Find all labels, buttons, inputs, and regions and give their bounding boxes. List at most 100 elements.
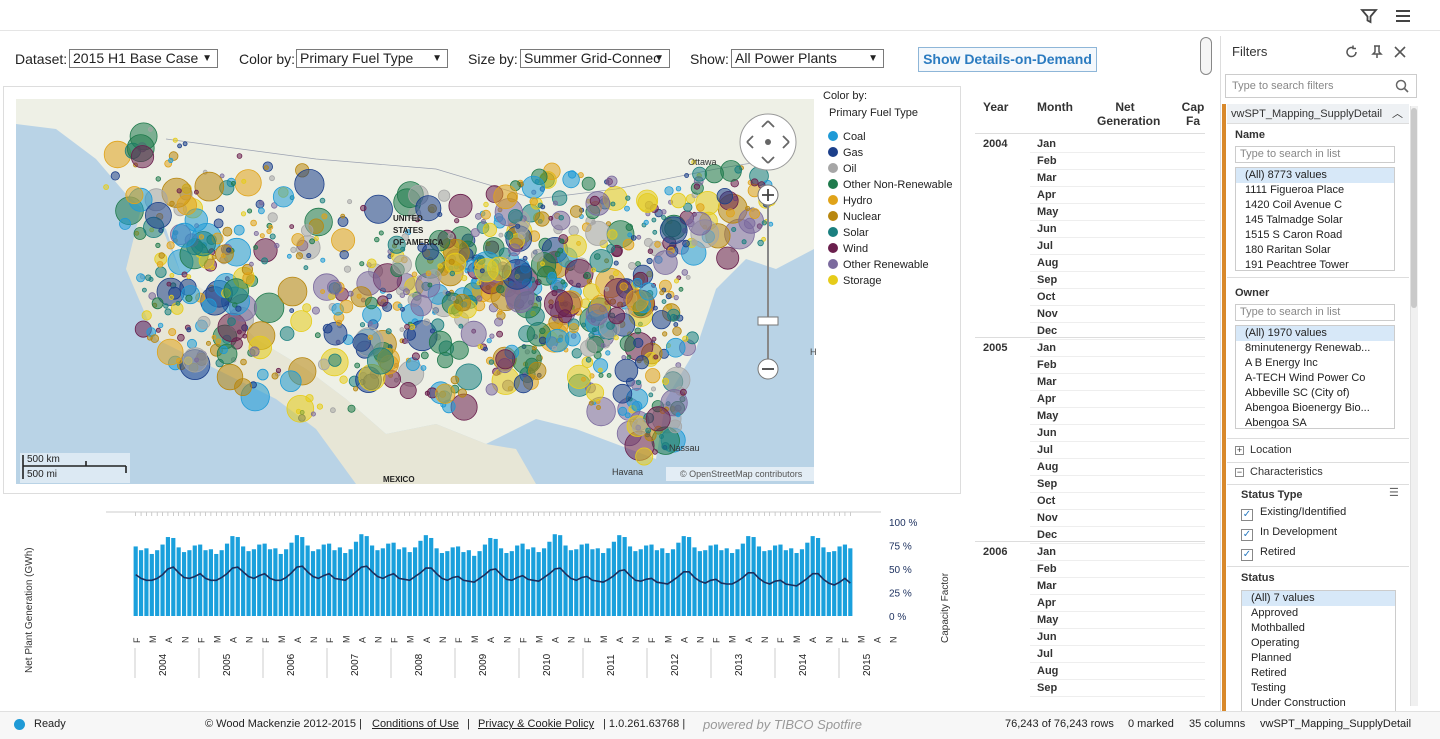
plant-bubble[interactable] — [286, 394, 315, 423]
table-month-cell[interactable]: Jan — [1037, 342, 1056, 354]
generation-bar[interactable] — [246, 551, 251, 616]
plant-bubble[interactable] — [684, 173, 689, 178]
plant-bubble[interactable] — [181, 271, 188, 278]
plant-bubble[interactable] — [186, 274, 192, 280]
plant-bubble[interactable] — [269, 233, 276, 240]
plant-bubble[interactable] — [507, 243, 521, 257]
generation-bar[interactable] — [289, 542, 294, 616]
plant-bubble[interactable] — [598, 372, 604, 378]
zoom-slider-handle[interactable] — [757, 316, 779, 326]
plant-bubble[interactable] — [581, 376, 586, 382]
plant-bubble[interactable] — [427, 282, 433, 288]
generation-bar[interactable] — [327, 543, 332, 616]
list-item[interactable]: A B Energy Inc — [1236, 356, 1394, 371]
plant-bubble[interactable] — [662, 331, 668, 337]
plant-bubble[interactable] — [643, 237, 653, 247]
plant-bubble[interactable] — [550, 210, 571, 231]
plant-bubble[interactable] — [488, 359, 495, 365]
generation-bar[interactable] — [171, 537, 176, 616]
plant-bubble[interactable] — [648, 392, 654, 398]
plant-bubble[interactable] — [301, 224, 314, 237]
table-month-cell[interactable]: Feb — [1037, 155, 1057, 167]
plant-bubble[interactable] — [158, 228, 164, 234]
plant-bubble[interactable] — [673, 322, 679, 327]
plant-bubble[interactable] — [591, 327, 597, 333]
plant-bubble[interactable] — [234, 378, 252, 397]
generation-bar[interactable] — [579, 544, 584, 616]
generation-bar[interactable] — [439, 553, 445, 616]
plant-bubble[interactable] — [619, 282, 628, 291]
generation-bar[interactable] — [482, 544, 488, 616]
plant-bubble[interactable] — [411, 352, 420, 361]
plant-bubble[interactable] — [448, 193, 473, 218]
plant-bubble[interactable] — [470, 228, 480, 238]
generation-bar[interactable] — [606, 548, 611, 616]
plant-bubble[interactable] — [633, 337, 644, 348]
table-year-cell[interactable]: 2005 — [983, 342, 1007, 354]
generation-bar[interactable] — [601, 553, 606, 616]
generation-bar[interactable] — [670, 549, 676, 616]
plant-bubble[interactable] — [637, 193, 658, 213]
legend-item-other-renewable[interactable]: Other Renewable — [828, 259, 929, 271]
plant-bubble[interactable] — [157, 322, 164, 329]
generation-bar[interactable] — [375, 550, 380, 616]
plant-bubble[interactable] — [632, 277, 643, 288]
plant-bubble[interactable] — [233, 224, 245, 236]
plant-bubble[interactable] — [169, 200, 175, 207]
plant-bubble[interactable] — [367, 334, 373, 340]
conditions-link[interactable]: Conditions of Use — [372, 718, 459, 730]
generation-bar[interactable] — [574, 549, 579, 616]
plant-bubble[interactable] — [674, 278, 680, 284]
plant-bubble[interactable] — [339, 299, 354, 314]
plant-bubble[interactable] — [646, 257, 653, 265]
generation-bar[interactable] — [251, 549, 256, 616]
generation-bar[interactable] — [450, 547, 455, 616]
plant-bubble[interactable] — [692, 166, 707, 182]
plant-bubble[interactable] — [436, 352, 454, 369]
plant-bubble[interactable] — [693, 183, 701, 190]
plant-bubble[interactable] — [347, 404, 356, 413]
plant-bubble[interactable] — [716, 187, 734, 205]
generation-bar[interactable] — [525, 549, 531, 616]
plant-bubble[interactable] — [673, 295, 679, 301]
plant-bubble[interactable] — [411, 271, 418, 278]
plant-bubble[interactable] — [197, 315, 211, 330]
plant-bubble[interactable] — [322, 323, 333, 334]
plant-bubble[interactable] — [335, 319, 342, 326]
plant-bubble[interactable] — [156, 338, 184, 366]
table-month-cell[interactable]: Aug — [1037, 665, 1058, 677]
table-month-cell[interactable]: Jan — [1037, 138, 1056, 150]
plant-bubble[interactable] — [696, 203, 705, 212]
generation-bar[interactable] — [370, 545, 375, 617]
plant-bubble[interactable] — [479, 268, 485, 274]
plant-bubble[interactable] — [226, 247, 232, 253]
generation-bar[interactable] — [746, 536, 751, 616]
plant-bubble[interactable] — [144, 202, 172, 229]
plant-bubble[interactable] — [155, 176, 161, 182]
plant-bubble[interactable] — [176, 188, 182, 194]
table-month-cell[interactable]: Sep — [1037, 478, 1057, 490]
plant-bubble[interactable] — [311, 306, 320, 315]
plant-bubble[interactable] — [659, 434, 664, 439]
plant-bubble[interactable] — [453, 293, 472, 312]
generation-bar[interactable] — [477, 551, 482, 616]
plant-bubble[interactable] — [253, 230, 259, 236]
table-month-cell[interactable]: Apr — [1037, 393, 1056, 405]
generation-bar[interactable] — [509, 551, 514, 616]
generation-bar[interactable] — [687, 537, 692, 616]
table-year-cell[interactable]: 2006 — [983, 546, 1007, 558]
plant-bubble[interactable] — [185, 294, 193, 302]
table-month-cell[interactable]: Jun — [1037, 427, 1057, 439]
owner-search-input[interactable]: Type to search in list — [1235, 304, 1395, 321]
plant-bubble[interactable] — [552, 345, 558, 351]
zoom-in-button[interactable] — [757, 184, 779, 206]
plant-bubble[interactable] — [661, 377, 670, 385]
plant-bubble[interactable] — [749, 208, 760, 219]
plant-bubble[interactable] — [586, 383, 605, 402]
name-search-input[interactable]: Type to search in list — [1235, 146, 1395, 163]
generation-bar[interactable] — [563, 545, 568, 617]
plant-bubble[interactable] — [279, 326, 295, 341]
table-month-cell[interactable]: May — [1037, 614, 1058, 626]
plant-bubble[interactable] — [258, 200, 264, 206]
filters-search-input[interactable]: Type to search filters — [1225, 74, 1417, 98]
